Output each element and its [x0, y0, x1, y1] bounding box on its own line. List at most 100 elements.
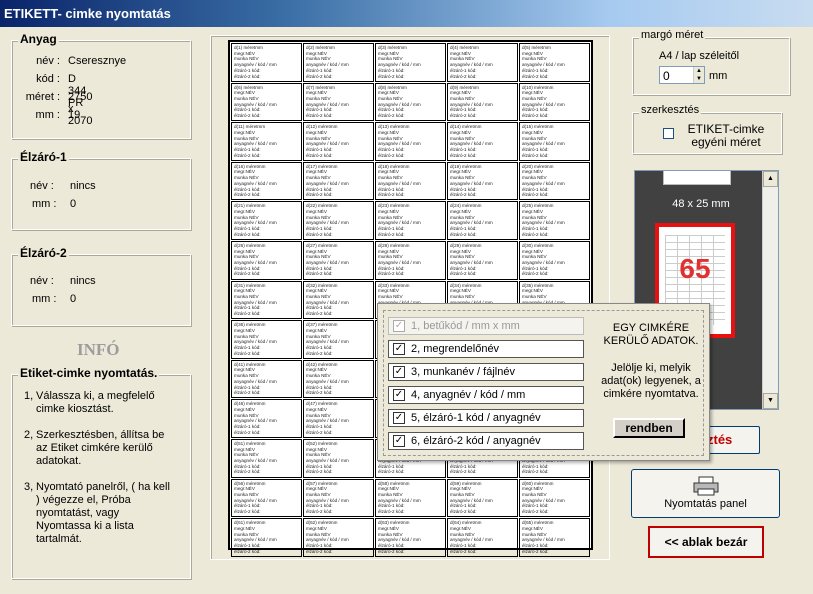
info-legend: Etiket-cimke nyomtatás. [18, 366, 160, 380]
option-code-size: ✓ 1, betűkód / mm x mm [388, 317, 584, 335]
label-cell: d(18) méretmm megr.NÉV munka NÉV anyagnév /… [375, 161, 446, 201]
label-cell: d(2) méretmm megr.NÉV munka NÉV anyagnév / … [303, 43, 374, 82]
label-cell: d(12) méretmm megr.NÉV munka NÉV anyagnév /… [303, 122, 374, 161]
label-cell: d(9) méretmm megr.NÉV munka NÉV anyagnév / … [447, 82, 518, 122]
edit-legend: szerkesztés [639, 104, 702, 116]
label-line: élzáró-2 kód: [306, 192, 333, 198]
option-checkbox[interactable]: ✓ [393, 435, 405, 447]
label-cell: d(28) méretmm megr.NÉV munka NÉV anyagnév /… [375, 240, 446, 280]
anyag-mm-value: 19 [68, 109, 81, 121]
info-step: 3, Nyomtató panelről, ( ha kell ) végezze… [24, 481, 170, 545]
elzaro2-name-value: nincs [70, 275, 96, 287]
margin-group: margó méret A4 / lap széleitől 0 ▲ ▼ mm [632, 29, 790, 95]
spin-up-icon[interactable]: ▲ [694, 67, 704, 75]
label-line: élzáró-2 kód: [234, 152, 261, 158]
option-material[interactable]: ✓ 4, anyagnév / kód / mm [388, 386, 584, 404]
label-line: élzáró-2 kód: [450, 469, 477, 475]
margin-legend: margó méret [639, 29, 706, 41]
label-cell: d(31) méretmm megr.NÉV munka NÉV anyagnév /… [231, 280, 302, 320]
label-cell: d(20) méretmm megr.NÉV munka NÉV anyagnév /… [519, 161, 590, 201]
info-steps: 1, Válassza ki, a megfelelő cimke kiosztá… [24, 390, 174, 559]
label-cell: d(29) méretmm megr.NÉV munka NÉV anyagnév /… [447, 240, 518, 280]
spin-down-icon[interactable]: ▼ [694, 75, 704, 83]
label-cell: d(37) méretmm megr.NÉV munka NÉV anyagnév /… [303, 320, 374, 359]
option-checkbox: ✓ [393, 320, 405, 332]
custom-size-checkbox[interactable] [663, 128, 674, 139]
label-cell: d(63) méretmm megr.NÉV munka NÉV anyagnév /… [375, 518, 446, 557]
label-line: élzáró-2 kód: [306, 390, 333, 396]
option-edge1[interactable]: ✓ 5, élzáró-1 kód / anyagnév [388, 409, 584, 427]
option-edge2[interactable]: ✓ 6, élzáró-2 kód / anyagnév [388, 432, 584, 450]
label-line: élzáró-2 kód: [378, 113, 405, 119]
option-customer-name[interactable]: ✓ 2, megrendelőnév [388, 340, 584, 358]
label-line: élzáró-2 kód: [378, 73, 405, 79]
label-line: élzáró-2 kód: [450, 152, 477, 158]
label-line: élzáró-2 kód: [234, 509, 261, 515]
print-panel-button[interactable]: Nyomtatás panel [631, 469, 780, 518]
scroll-down-icon[interactable]: ▼ [763, 393, 778, 409]
popup-description: Jelölje ki, melyik adat(ok) legyenek, a … [601, 362, 701, 400]
label-cell: d(65) méretmm megr.NÉV munka NÉV anyagnév /… [519, 518, 590, 557]
label-cell: d(16) méretmm megr.NÉV munka NÉV anyagnév /… [231, 161, 302, 201]
label-line: élzáró-2 kód: [522, 548, 549, 554]
label-line: élzáró-2 kód: [450, 73, 477, 79]
margin-spinner[interactable]: 0 ▲ ▼ [659, 66, 705, 84]
option-checkbox[interactable]: ✓ [393, 412, 405, 424]
elzaro1-name-key: név : [30, 180, 54, 192]
option-checkbox[interactable]: ✓ [393, 366, 405, 378]
label-cell: d(24) méretmm megr.NÉV munka NÉV anyagnév /… [447, 201, 518, 240]
label-cell: d(8) méretmm megr.NÉV munka NÉV anyagnév / … [375, 82, 446, 122]
label-line: élzáró-2 kód: [306, 350, 333, 356]
label-cell: d(27) méretmm megr.NÉV munka NÉV anyagnév /… [303, 240, 374, 280]
label-cell: d(13) méretmm megr.NÉV munka NÉV anyagnév /… [375, 122, 446, 161]
label-line: élzáró-2 kód: [378, 231, 405, 237]
margin-value[interactable]: 0 [663, 69, 670, 83]
custom-size-label[interactable]: ETIKET-cimke egyéni méret [681, 123, 771, 149]
label-cell: d(46) méretmm megr.NÉV munka NÉV anyagnév /… [231, 399, 302, 438]
label-cell: d(21) méretmm megr.NÉV munka NÉV anyagnév /… [231, 201, 302, 240]
margin-label: A4 / lap széleitől [659, 50, 740, 62]
label-cell: d(15) méretmm megr.NÉV munka NÉV anyagnév /… [519, 122, 590, 161]
label-line: élzáró-2 kód: [234, 271, 261, 277]
elzaro1-legend: Élzáró-1 [18, 150, 69, 164]
label-line: élzáró-2 kód: [378, 271, 405, 277]
label-line: élzáró-2 kód: [306, 311, 333, 317]
label-cell: d(30) méretmm megr.NÉV munka NÉV anyagnév /… [519, 240, 590, 280]
label-cell: d(17) méretmm megr.NÉV munka NÉV anyagnév /… [303, 161, 374, 201]
label-cell: d(58) méretmm megr.NÉV munka NÉV anyagnév /… [375, 478, 446, 518]
label-cell: d(60) méretmm megr.NÉV munka NÉV anyagnév /… [519, 478, 590, 518]
label-cell: d(64) méretmm megr.NÉV munka NÉV anyagnév /… [447, 518, 518, 557]
layout-thumb-previous[interactable] [663, 171, 731, 185]
label-line: élzáró-2 kód: [522, 469, 549, 475]
label-line: élzáró-2 kód: [306, 231, 333, 237]
spinner-arrows[interactable]: ▲ ▼ [693, 67, 704, 83]
label-line: élzáró-2 kód: [450, 113, 477, 119]
label-cell: d(59) méretmm megr.NÉV munka NÉV anyagnév /… [447, 478, 518, 518]
label-line: élzáró-2 kód: [450, 548, 477, 554]
label-line: élzáró-2 kód: [234, 192, 261, 198]
anyag-code-key: kód : [36, 73, 60, 85]
label-line: élzáró-2 kód: [450, 271, 477, 277]
option-checkbox[interactable]: ✓ [393, 389, 405, 401]
option-job-name[interactable]: ✓ 3, munkanév / fájlnév [388, 363, 584, 381]
label-cell: d(57) méretmm megr.NÉV munka NÉV anyagnév /… [303, 478, 374, 518]
layout-size-caption: 48 x 25 mm [672, 198, 730, 210]
popup-title: EGY CIMKÉRE KERÜLŐ ADATOK. [603, 322, 699, 347]
label-cell: d(25) méretmm megr.NÉV munka NÉV anyagnév /… [519, 201, 590, 240]
label-line: élzáró-2 kód: [306, 469, 333, 475]
label-cell: d(3) méretmm megr.NÉV munka NÉV anyagnév / … [375, 43, 446, 82]
label-line: élzáró-2 kód: [306, 271, 333, 277]
close-window-button[interactable]: << ablak bezár [648, 526, 764, 558]
label-cell: d(1) méretmm megr.NÉV munka NÉV anyagnév / … [231, 43, 302, 82]
label-cell: d(23) méretmm megr.NÉV munka NÉV anyagnév /… [375, 201, 446, 240]
ok-button[interactable]: rendben [613, 418, 685, 438]
label-line: élzáró-2 kód: [522, 271, 549, 277]
scroll-up-icon[interactable]: ▲ [763, 171, 778, 187]
label-cell: d(26) méretmm megr.NÉV munka NÉV anyagnév /… [231, 240, 302, 280]
option-checkbox[interactable]: ✓ [393, 343, 405, 355]
edit-group: szerkesztés ETIKET-cimke egyéni méret [632, 104, 782, 154]
label-line: élzáró-2 kód: [306, 548, 333, 554]
preview-scrollbar[interactable]: ▲ ▼ [762, 171, 778, 409]
label-line: élzáró-2 kód: [450, 509, 477, 515]
label-line: élzáró-2 kód: [378, 509, 405, 515]
